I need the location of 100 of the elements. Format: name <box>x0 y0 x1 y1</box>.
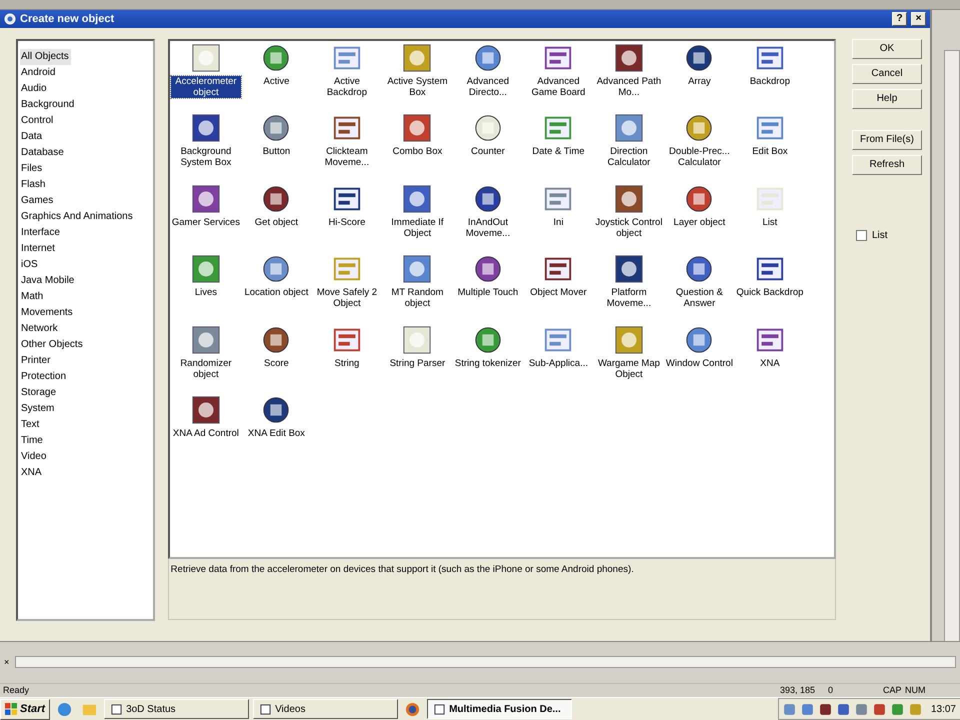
category-item[interactable]: Network <box>20 320 60 337</box>
object-label[interactable]: Combo Box <box>392 146 444 158</box>
tile-icon[interactable] <box>472 184 503 214</box>
object-label[interactable]: Immediate If Object <box>382 216 453 239</box>
object-label[interactable]: Accelerometer object <box>170 76 242 98</box>
tile-icon[interactable] <box>190 324 221 355</box>
category-item[interactable]: Printer <box>20 352 52 369</box>
object-label[interactable]: Double-Prec... Calculator <box>664 146 735 168</box>
tile-icon[interactable] <box>402 184 432 214</box>
object-label[interactable]: Hi-Score <box>327 216 366 228</box>
tile-icon[interactable] <box>472 254 503 284</box>
tile-icon[interactable] <box>472 42 503 73</box>
category-item[interactable]: Time <box>20 432 45 449</box>
object-label[interactable]: Lives <box>194 287 218 298</box>
object-label[interactable]: List <box>762 216 778 228</box>
category-item[interactable]: Files <box>20 160 44 177</box>
tile-icon[interactable] <box>684 324 714 355</box>
tray-icon[interactable] <box>872 702 886 716</box>
tile-icon[interactable] <box>261 42 292 73</box>
tile-icon[interactable] <box>402 42 432 73</box>
tile-icon[interactable] <box>190 42 221 73</box>
object-label[interactable]: InAndOut Moveme... <box>452 216 524 239</box>
tile-icon[interactable] <box>614 254 644 284</box>
tile-icon[interactable] <box>472 324 503 355</box>
tile-icon[interactable] <box>684 113 714 144</box>
tile-icon[interactable] <box>261 184 292 214</box>
taskbar-button[interactable]: Videos <box>253 699 398 719</box>
object-label[interactable]: XNA Edit Box <box>246 428 306 440</box>
object-label[interactable]: Ini <box>552 216 564 228</box>
object-label[interactable]: Gamer Services <box>170 216 241 228</box>
object-label[interactable]: String <box>334 358 360 369</box>
object-label[interactable]: Quick Backdrop <box>735 287 804 298</box>
close-button[interactable]: × <box>911 12 926 26</box>
dialog-button[interactable]: OK <box>852 38 922 59</box>
object-label[interactable]: MT Random object <box>382 287 453 310</box>
dialog-button[interactable]: From File(s) <box>852 130 922 150</box>
tray-icon[interactable] <box>818 702 832 716</box>
category-item[interactable]: Storage <box>20 384 58 401</box>
category-item[interactable]: Video <box>20 448 48 465</box>
tile-icon[interactable] <box>614 42 644 73</box>
tile-icon[interactable] <box>472 113 503 144</box>
object-label[interactable]: Date & Time <box>531 146 586 158</box>
object-label[interactable]: Counter <box>470 146 506 158</box>
tile-icon[interactable] <box>614 184 644 214</box>
object-label[interactable]: Active Backdrop <box>312 76 382 98</box>
tile-icon[interactable] <box>261 395 292 426</box>
tile-icon[interactable] <box>684 254 714 284</box>
taskbar-button[interactable]: 3oD Status <box>104 699 250 719</box>
object-label[interactable]: XNA Ad Control <box>172 428 240 440</box>
category-item[interactable]: Java Mobile <box>20 272 76 289</box>
category-item[interactable]: Background <box>20 96 76 113</box>
object-label[interactable]: Array <box>687 76 712 87</box>
category-item[interactable]: Protection <box>20 368 68 385</box>
object-label[interactable]: Clickteam Moveme... <box>312 146 382 168</box>
category-item[interactable]: Other Objects <box>20 336 85 353</box>
category-item[interactable]: iOS <box>20 256 40 273</box>
category-item[interactable]: Audio <box>20 80 49 97</box>
input-field[interactable] <box>15 656 956 668</box>
browser-icon[interactable] <box>405 702 420 716</box>
object-label[interactable]: Layer object <box>672 216 726 228</box>
tile-icon[interactable] <box>261 254 292 284</box>
object-label[interactable]: String tokenizer <box>454 358 522 369</box>
category-item[interactable]: Flash <box>20 176 48 193</box>
tile-icon[interactable] <box>190 395 221 426</box>
category-item[interactable]: Games <box>20 192 56 209</box>
panel-close-button[interactable]: × <box>4 657 10 668</box>
object-label[interactable]: Get object <box>254 216 300 228</box>
category-item[interactable]: Internet <box>20 240 57 257</box>
scrollbar[interactable] <box>944 50 960 642</box>
dialog-button[interactable]: Help <box>852 88 922 109</box>
dialog-button[interactable]: Refresh <box>852 154 922 175</box>
category-item[interactable]: Android <box>20 64 58 81</box>
object-label[interactable]: Advanced Path Mo... <box>594 76 664 98</box>
tile-icon[interactable] <box>614 113 644 144</box>
tile-icon[interactable] <box>190 113 221 144</box>
object-label[interactable]: Object Mover <box>529 287 588 298</box>
object-label[interactable]: Wargame Map Object <box>594 358 664 380</box>
object-label[interactable]: Joystick Control object <box>594 216 664 239</box>
category-item[interactable]: XNA <box>20 464 44 481</box>
object-label[interactable]: Active System Box <box>382 76 453 98</box>
help-button[interactable]: ? <box>892 12 907 26</box>
globe-icon[interactable] <box>57 702 72 716</box>
category-item[interactable]: All Objects <box>20 48 71 65</box>
category-item[interactable]: Control <box>20 112 56 129</box>
object-label[interactable]: XNA <box>759 358 781 369</box>
object-label[interactable]: Move Safely 2 Object <box>312 287 382 310</box>
category-item[interactable]: Math <box>20 288 46 305</box>
tile-icon[interactable] <box>190 184 221 214</box>
object-label[interactable]: String Parser <box>388 358 446 369</box>
tile-icon[interactable] <box>402 254 432 284</box>
object-label[interactable]: Platform Moveme... <box>594 287 664 310</box>
category-item[interactable]: Data <box>20 128 44 145</box>
object-label[interactable]: Advanced Game Board <box>523 76 594 98</box>
object-label[interactable]: Direction Calculator <box>594 146 664 168</box>
category-item[interactable]: Movements <box>20 304 75 321</box>
object-label[interactable]: Backdrop <box>748 76 791 87</box>
category-item[interactable]: Database <box>20 144 66 161</box>
tray-icon[interactable] <box>836 702 850 716</box>
tile-icon[interactable] <box>684 42 714 73</box>
tile-icon[interactable] <box>261 113 292 144</box>
